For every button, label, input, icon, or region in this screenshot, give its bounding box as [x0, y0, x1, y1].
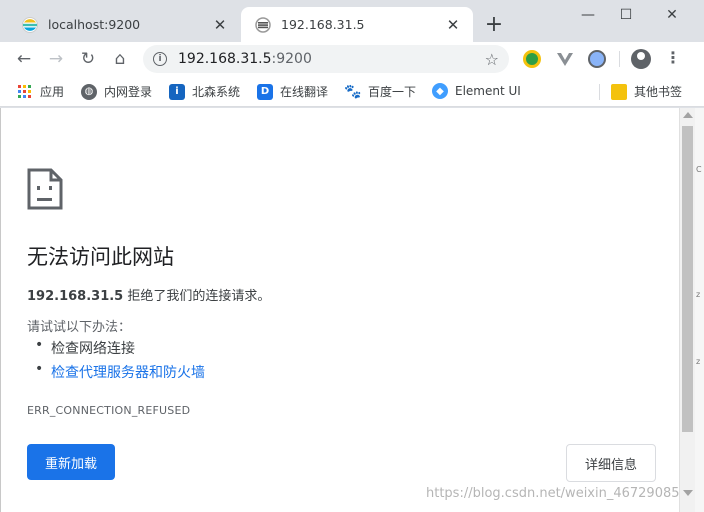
bookmark-element-ui[interactable]: ◆ Element UI: [432, 83, 521, 99]
apps-grid-icon: [17, 84, 33, 100]
reload-page-button[interactable]: 重新加载: [27, 444, 115, 480]
bookmark-label: 应用: [40, 85, 65, 99]
new-tab-button[interactable]: +: [482, 12, 506, 37]
bookmark-baidu[interactable]: 🐾 百度一下: [344, 83, 417, 100]
suggestion-link[interactable]: 检查代理服务器和防火墙: [35, 361, 205, 382]
error-code: ERR_CONNECTION_REFUSED: [27, 404, 191, 417]
bookmark-label: Element UI: [455, 84, 521, 98]
address-bar[interactable]: i 192.168.31.5 :9200 ☆: [143, 45, 509, 73]
tab-strip: localhost:9200 ✕ 192.168.31.5 ✕ + — ☐ ✕: [0, 0, 704, 42]
bookmark-intranet[interactable]: ◍ 内网登录: [81, 83, 152, 100]
info-icon[interactable]: i: [153, 52, 167, 66]
bookmark-translate[interactable]: D 在线翻译: [257, 83, 328, 100]
bookmark-apps[interactable]: 应用: [17, 83, 64, 100]
forward-button[interactable]: →: [43, 46, 69, 72]
globe-icon: ◍: [81, 83, 97, 100]
reload-button[interactable]: ↻: [75, 46, 101, 72]
suggestion-item: 检查网络连接: [35, 337, 135, 358]
bookmark-star-icon[interactable]: ☆: [485, 50, 499, 69]
scroll-up-arrow-icon[interactable]: [683, 112, 693, 118]
page-title: 无法访问此网站: [27, 245, 174, 269]
info-icon: i: [169, 83, 185, 100]
bookmark-label: 百度一下: [368, 85, 417, 99]
extension-icon[interactable]: [523, 50, 541, 68]
bookmark-label: 在线翻译: [280, 85, 329, 99]
tab-close-icon[interactable]: ✕: [443, 15, 463, 35]
bookmark-beisen[interactable]: i 北森系统: [169, 83, 240, 100]
other-bookmarks-label: 其他书签: [634, 85, 683, 99]
back-button[interactable]: ←: [11, 46, 37, 72]
scrollbar[interactable]: [679, 108, 695, 512]
suggestions-header: 请试试以下办法：: [27, 320, 132, 335]
tab-active[interactable]: 192.168.31.5 ✕: [241, 7, 473, 42]
element-ui-icon: ◆: [432, 83, 448, 99]
scroll-down-arrow-icon[interactable]: [683, 490, 693, 496]
profile-avatar-icon[interactable]: [631, 49, 651, 69]
toolbar-divider: [619, 51, 620, 67]
extension-icon[interactable]: [588, 50, 606, 68]
error-summary: 192.168.31.5 拒绝了我们的连接请求。: [27, 285, 270, 304]
details-button[interactable]: 详细信息: [566, 444, 656, 482]
elasticsearch-icon: [255, 16, 271, 33]
background-text: z: [696, 290, 701, 299]
background-text: C: [696, 165, 702, 174]
error-summary-text: 拒绝了我们的连接请求。: [123, 289, 271, 304]
tab-localhost[interactable]: localhost:9200 ✕: [8, 7, 240, 42]
bookmark-label: 北森系统: [192, 85, 241, 99]
close-window-button[interactable]: ✕: [649, 0, 695, 30]
bookmarks-divider: [599, 84, 600, 100]
error-page: 无法访问此网站 192.168.31.5 拒绝了我们的连接请求。 请试试以下办法…: [0, 108, 679, 512]
bookmark-label: 内网登录: [104, 85, 153, 99]
address-port: :9200: [271, 51, 312, 67]
elasticsearch-icon: [22, 16, 38, 33]
address-host: 192.168.31.5: [178, 51, 272, 67]
tab-close-icon[interactable]: ✕: [210, 15, 230, 35]
other-bookmarks[interactable]: 其他书签: [611, 83, 682, 100]
error-host: 192.168.31.5: [27, 289, 124, 304]
vue-devtools-icon[interactable]: [556, 50, 574, 68]
tab-title: localhost:9200: [48, 17, 141, 32]
sad-page-icon: [27, 168, 63, 210]
menu-icon[interactable]: ⋮: [665, 48, 681, 67]
translate-icon: D: [257, 83, 273, 100]
maximize-button[interactable]: ☐: [603, 0, 649, 30]
folder-icon: [611, 83, 627, 100]
toolbar: ← → ↻ ⌂ i 192.168.31.5 :9200 ☆ ⋮: [0, 42, 704, 76]
tab-title: 192.168.31.5: [281, 17, 365, 32]
watermark: https://blog.csdn.net/weixin_46729085: [426, 486, 680, 501]
background-text: z: [696, 357, 701, 366]
scroll-thumb[interactable]: [682, 126, 693, 432]
home-button[interactable]: ⌂: [107, 46, 133, 72]
baidu-paw-icon: 🐾: [344, 83, 362, 100]
